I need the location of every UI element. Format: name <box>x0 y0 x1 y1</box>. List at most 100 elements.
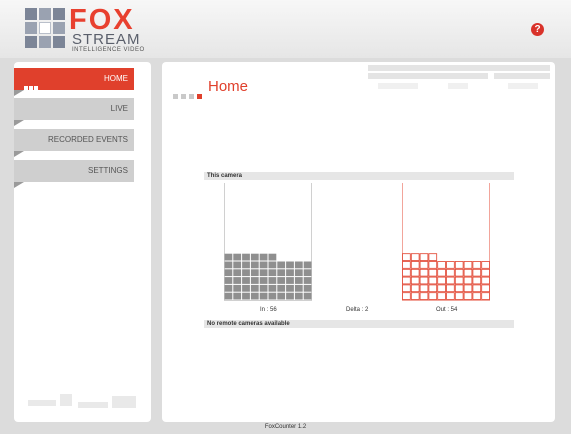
counter-cell <box>402 284 411 293</box>
active-dots-icon <box>24 77 39 99</box>
logo-tagline: INTELLIGENCE VIDEO <box>72 47 145 53</box>
counter-cell <box>294 261 303 269</box>
counter-cell <box>446 268 455 277</box>
counter-cell <box>419 261 429 269</box>
help-icon[interactable]: ? <box>531 23 544 36</box>
counter-cell <box>277 277 286 284</box>
remote-cameras-bar: No remote cameras available <box>204 320 514 328</box>
counter-cell <box>410 253 420 261</box>
counter-cell <box>481 261 490 269</box>
counter-cell <box>294 269 303 277</box>
main-panel: Home This camera In : 56 Delta : 2 Out :… <box>162 62 555 422</box>
counter-cell <box>402 253 411 261</box>
counter-cell <box>242 292 250 300</box>
counter-cell <box>224 269 233 277</box>
sidebar-item-label: HOME <box>104 74 128 83</box>
counter-cell <box>294 277 303 284</box>
tab-notch <box>14 182 24 188</box>
counter-cell <box>259 269 268 277</box>
counter-cell <box>250 292 259 300</box>
counter-cell <box>259 277 268 284</box>
logo-grid-icon <box>25 8 67 50</box>
counter-cell <box>419 276 429 285</box>
counter-cell <box>454 284 464 293</box>
counter-cell <box>233 269 242 277</box>
counter-cell <box>428 268 438 277</box>
counter-cell <box>402 268 411 277</box>
counter-cell <box>472 261 482 269</box>
counter-cell <box>259 261 268 269</box>
counter-cell <box>402 276 411 285</box>
counter-cell <box>303 284 312 292</box>
counter-cell <box>437 276 446 285</box>
counter-cell <box>259 284 268 292</box>
counter-cell <box>428 276 438 285</box>
counter-cell <box>437 292 446 300</box>
counter-cell <box>277 269 286 277</box>
counter-cell <box>410 284 420 293</box>
counter-cell <box>446 261 455 269</box>
sidebar-item-label: LIVE <box>110 104 128 113</box>
sidebar-decoration <box>28 390 138 415</box>
counter-cell <box>419 253 429 261</box>
counter-cell <box>428 253 438 261</box>
counter-cell <box>250 261 259 269</box>
counter-cell <box>446 292 455 300</box>
counter-cell <box>402 292 411 300</box>
counter-cell <box>472 292 482 300</box>
in-counter <box>224 183 312 301</box>
counter-cell <box>242 253 250 261</box>
counter-cell <box>454 268 464 277</box>
out-counter <box>402 183 490 301</box>
counter-cell <box>268 292 277 300</box>
out-cells <box>402 253 490 300</box>
sidebar-item-recorded-events[interactable]: RECORDED EVENTS <box>14 129 134 151</box>
counter-cell <box>454 276 464 285</box>
counter-cell <box>481 276 490 285</box>
counter-cell <box>233 277 242 284</box>
counter-cell <box>224 292 233 300</box>
counter-cell <box>428 261 438 269</box>
counter-cell <box>250 253 259 261</box>
sidebar-item-label: SETTINGS <box>87 166 128 175</box>
counter-cell <box>286 292 294 300</box>
counter-cell <box>268 269 277 277</box>
counter-cell <box>250 269 259 277</box>
logo-stream-text: STREAM <box>72 31 141 48</box>
counter-cell <box>286 261 294 269</box>
app-header: FOX STREAM INTELLIGENCE VIDEO ? <box>0 0 571 58</box>
counter-cell <box>437 268 446 277</box>
counter-cell <box>446 284 455 293</box>
counter-cell <box>472 284 482 293</box>
counter-cell <box>224 253 233 261</box>
counter-cell <box>303 277 312 284</box>
counter-cell <box>454 261 464 269</box>
counter-cell <box>481 268 490 277</box>
counter-cell <box>242 277 250 284</box>
counter-cell <box>428 284 438 293</box>
counter-cell <box>268 261 277 269</box>
tab-notch <box>14 120 24 126</box>
counter-cell <box>233 261 242 269</box>
counter-cell <box>463 276 473 285</box>
sidebar-item-settings[interactable]: SETTINGS <box>14 160 134 182</box>
counter-cell <box>268 277 277 284</box>
this-camera-bar: This camera <box>204 172 514 180</box>
counter-cell <box>233 253 242 261</box>
counter-cell <box>303 261 312 269</box>
counter-cell <box>437 261 446 269</box>
counter-cell <box>410 276 420 285</box>
counter-cell <box>250 277 259 284</box>
counter-cell <box>224 277 233 284</box>
counter-cell <box>242 284 250 292</box>
counter-cell <box>259 292 268 300</box>
counter-cell <box>277 261 286 269</box>
counter-cell <box>410 261 420 269</box>
counter-cell <box>454 292 464 300</box>
counter-cell <box>277 292 286 300</box>
foxstream-logo: FOX STREAM INTELLIGENCE VIDEO <box>25 5 150 54</box>
counter-cell <box>277 284 286 292</box>
sidebar-item-live[interactable]: LIVE <box>14 98 134 120</box>
sidebar-item-home[interactable]: HOME <box>14 68 134 90</box>
tab-notch <box>14 151 24 157</box>
